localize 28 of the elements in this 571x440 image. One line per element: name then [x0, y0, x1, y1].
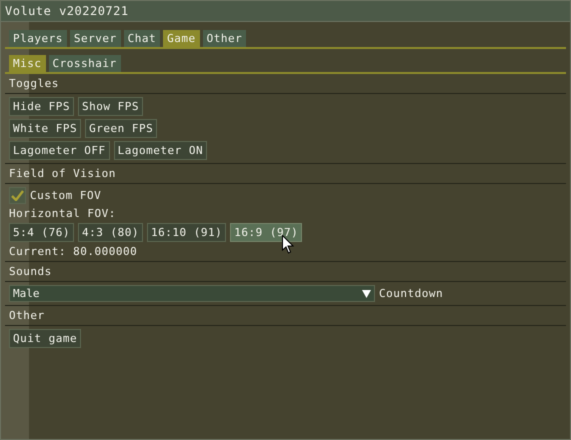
- tab[interactable]: Crosshair: [48, 55, 121, 72]
- dropdown[interactable]: Male: [9, 285, 375, 302]
- dropdown-arrow-icon: [362, 290, 371, 298]
- tab[interactable]: Other: [202, 30, 246, 47]
- fov-button[interactable]: 5:4 (76): [9, 223, 74, 242]
- fov-button[interactable]: 16:10 (91): [146, 223, 226, 242]
- option-button[interactable]: White FPS: [9, 119, 82, 138]
- checkbox[interactable]: [9, 187, 26, 204]
- tab[interactable]: Players: [9, 30, 67, 47]
- tab[interactable]: Chat: [124, 30, 160, 47]
- option-button[interactable]: Lagometer ON: [114, 141, 208, 160]
- dropdown-label: Countdown: [379, 287, 444, 300]
- section-heading: Other: [9, 309, 45, 322]
- current-value: Current: 80.000000: [9, 245, 138, 258]
- field-label: Horizontal FOV:: [9, 207, 116, 220]
- option-button[interactable]: Hide FPS: [9, 97, 74, 116]
- option-button[interactable]: Show FPS: [78, 97, 143, 116]
- option-button[interactable]: Green FPS: [85, 119, 158, 138]
- window-title: Volute v20220721: [5, 3, 129, 20]
- fov-button[interactable]: 4:3 (80): [78, 223, 143, 242]
- check-icon: [11, 190, 24, 201]
- tab[interactable]: Server: [70, 30, 121, 47]
- section-heading: Toggles: [9, 77, 59, 90]
- option-button[interactable]: Quit game: [9, 329, 82, 348]
- checkbox-label: Custom FOV: [30, 189, 102, 202]
- section-heading: Sounds: [9, 265, 52, 278]
- section-heading: Field of Vision: [9, 167, 116, 180]
- option-button[interactable]: Lagometer OFF: [9, 141, 110, 160]
